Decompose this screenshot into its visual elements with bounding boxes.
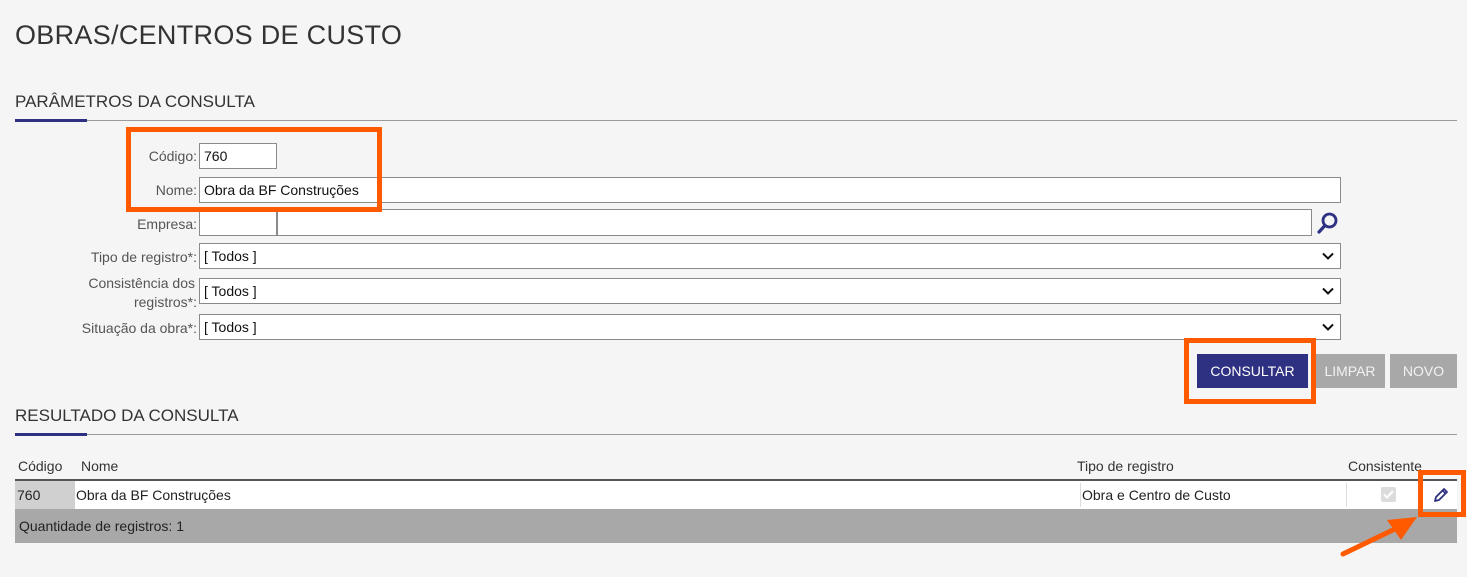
results-section-title: RESULTADO DA CONSULTA — [15, 406, 239, 425]
col-header-codigo[interactable]: Código — [18, 458, 62, 474]
check-icon — [1383, 490, 1394, 499]
params-divider-accent — [15, 119, 87, 122]
results-divider — [15, 434, 1457, 435]
row-cell-divider — [1346, 483, 1347, 507]
search-icon[interactable] — [1316, 211, 1340, 235]
consistencia-select[interactable]: [ Todos ] — [199, 278, 1341, 304]
limpar-button[interactable]: LIMPAR — [1315, 354, 1385, 388]
empresa-label: Empresa: — [137, 216, 197, 232]
chevron-down-icon — [1322, 287, 1334, 295]
arrow-annotation — [1340, 517, 1417, 557]
tipo-registro-value: [ Todos ] — [204, 248, 257, 264]
highlight-box-edit — [1418, 470, 1466, 517]
consistencia-label-line1: Consistência dos — [88, 275, 195, 291]
row-tipo-cell: Obra e Centro de Custo — [1082, 487, 1231, 503]
empresa-code-input[interactable] — [199, 209, 277, 236]
params-section-title: PARÂMETROS DA CONSULTA — [15, 92, 255, 111]
col-header-nome[interactable]: Nome — [81, 458, 118, 474]
col-header-tipo[interactable]: Tipo de registro — [1077, 458, 1174, 474]
highlight-box-filters — [126, 127, 382, 212]
tipo-registro-label: Tipo de registro*: — [90, 249, 197, 265]
page-title: OBRAS/CENTROS DE CUSTO — [15, 20, 403, 50]
row-nome-cell: Obra da BF Construções — [76, 487, 231, 503]
situacao-label: Situação da obra*: — [81, 320, 197, 336]
novo-button[interactable]: NOVO — [1390, 354, 1457, 388]
params-divider — [15, 120, 1457, 121]
records-count-footer: Quantidade de registros: 1 — [15, 509, 1457, 543]
situacao-select[interactable]: [ Todos ] — [199, 314, 1341, 340]
results-divider-accent — [15, 433, 87, 436]
row-cell-divider — [1080, 483, 1081, 507]
highlight-box-consultar — [1184, 338, 1316, 404]
tipo-registro-select[interactable]: [ Todos ] — [199, 243, 1341, 269]
chevron-down-icon — [1322, 252, 1334, 260]
chevron-down-icon — [1322, 323, 1334, 331]
row-codigo-cell: 760 — [15, 481, 75, 509]
consistencia-label-line2: registros*: — [133, 294, 197, 310]
consistencia-value: [ Todos ] — [204, 283, 257, 299]
col-header-consistente[interactable]: Consistente — [1348, 458, 1422, 474]
empresa-name-input[interactable] — [277, 209, 1312, 236]
consistente-checkbox[interactable] — [1381, 487, 1396, 502]
situacao-value: [ Todos ] — [204, 319, 257, 335]
